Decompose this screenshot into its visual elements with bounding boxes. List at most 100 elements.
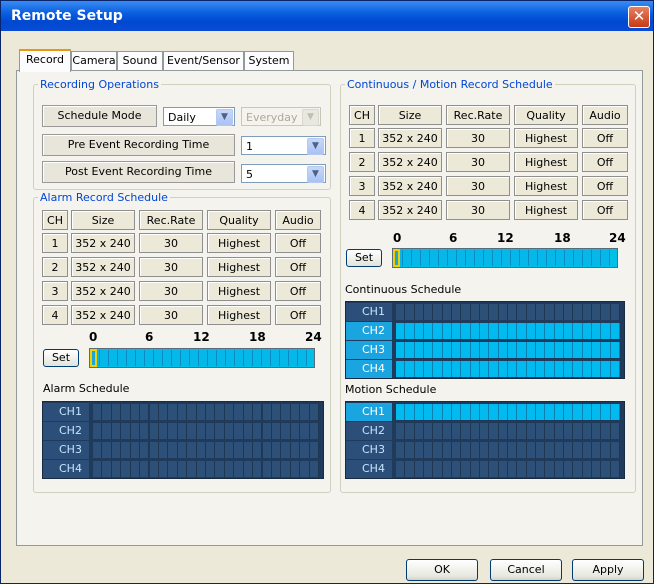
schedule-cell[interactable] xyxy=(610,304,620,320)
schedule-cell[interactable] xyxy=(405,304,415,320)
schedule-cell[interactable] xyxy=(573,304,583,320)
schedule-cell[interactable] xyxy=(498,323,508,339)
schedule-cell[interactable] xyxy=(262,423,272,439)
schedule-cell[interactable] xyxy=(489,323,499,339)
schedule-cell[interactable] xyxy=(405,442,415,458)
table-row-audio[interactable]: Off xyxy=(582,200,628,220)
schedule-cell[interactable] xyxy=(271,404,282,420)
schedule-cell[interactable] xyxy=(414,442,424,458)
tab-sound[interactable]: Sound xyxy=(117,51,163,70)
schedule-cell[interactable] xyxy=(424,342,434,358)
schedule-cell[interactable] xyxy=(526,461,536,477)
table-row-size[interactable]: 352 x 240 xyxy=(71,233,135,253)
table-row-rate[interactable]: 30 xyxy=(446,128,510,148)
schedule-cell[interactable] xyxy=(582,442,592,458)
hour-slot[interactable] xyxy=(565,250,574,266)
table-row-quality[interactable]: Highest xyxy=(514,176,578,196)
schedule-cell[interactable] xyxy=(111,461,122,477)
schedule-cell[interactable] xyxy=(405,342,415,358)
schedule-cell[interactable] xyxy=(414,361,424,377)
schedule-cell[interactable] xyxy=(158,461,169,477)
schedule-cell[interactable] xyxy=(470,404,480,420)
schedule-cell[interactable] xyxy=(433,304,443,320)
schedule-cell[interactable] xyxy=(508,342,518,358)
schedule-cell[interactable] xyxy=(224,442,235,458)
table-row-ch[interactable]: 1 xyxy=(42,233,68,253)
schedule-cell[interactable] xyxy=(243,404,254,420)
schedule-cell[interactable] xyxy=(262,461,272,477)
table-row-size[interactable]: 352 x 240 xyxy=(71,281,135,301)
hour-slot[interactable] xyxy=(172,350,181,366)
hour-slot[interactable] xyxy=(493,250,502,266)
schedule-cell[interactable] xyxy=(480,361,490,377)
continuous-set-button[interactable]: Set xyxy=(346,249,382,267)
hour-slot[interactable] xyxy=(547,250,556,266)
schedule-cell[interactable] xyxy=(121,404,131,420)
schedule-cell[interactable] xyxy=(526,361,536,377)
schedule-cell[interactable] xyxy=(121,461,131,477)
schedule-cell[interactable] xyxy=(480,404,490,420)
schedule-cell[interactable] xyxy=(215,404,225,420)
schedule-cell[interactable] xyxy=(206,404,216,420)
table-row-quality[interactable]: Highest xyxy=(514,128,578,148)
schedule-cell[interactable] xyxy=(442,361,452,377)
schedule-cell[interactable] xyxy=(470,342,480,358)
schedule-cell[interactable] xyxy=(452,323,462,339)
hour-slot[interactable] xyxy=(217,350,226,366)
schedule-cell[interactable] xyxy=(396,423,406,439)
schedule-cell[interactable] xyxy=(177,461,188,477)
schedule-cell[interactable] xyxy=(290,442,301,458)
schedule-cell[interactable] xyxy=(234,442,244,458)
schedule-cell[interactable] xyxy=(508,423,518,439)
schedule-cell[interactable] xyxy=(433,442,443,458)
continuous-time-bar[interactable] xyxy=(392,248,618,268)
schedule-cell[interactable] xyxy=(498,361,508,377)
schedule-cell[interactable] xyxy=(424,323,434,339)
schedule-cell[interactable] xyxy=(405,361,415,377)
schedule-cell[interactable] xyxy=(309,461,319,477)
schedule-cell[interactable] xyxy=(300,423,310,439)
schedule-cell[interactable] xyxy=(498,423,508,439)
hour-slot[interactable] xyxy=(163,350,172,366)
schedule-cell[interactable] xyxy=(508,461,518,477)
schedule-cell[interactable] xyxy=(309,423,319,439)
schedule-cell[interactable] xyxy=(480,342,490,358)
schedule-cell[interactable] xyxy=(517,442,527,458)
hour-slot[interactable] xyxy=(466,250,475,266)
table-row-audio[interactable]: Off xyxy=(582,176,628,196)
table-row-audio[interactable]: Off xyxy=(275,305,321,325)
schedule-cell[interactable] xyxy=(517,361,527,377)
schedule-cell[interactable] xyxy=(290,404,301,420)
schedule-cell[interactable] xyxy=(564,304,574,320)
schedule-cell[interactable] xyxy=(489,361,499,377)
schedule-cell[interactable] xyxy=(433,404,443,420)
schedule-cell[interactable] xyxy=(271,461,282,477)
schedule-cell[interactable] xyxy=(196,404,206,420)
schedule-cell[interactable] xyxy=(554,442,564,458)
schedule-cell[interactable] xyxy=(442,461,452,477)
hour-slot[interactable] xyxy=(592,250,601,266)
schedule-cell[interactable] xyxy=(554,361,564,377)
schedule-cell[interactable] xyxy=(536,404,546,420)
schedule-cell[interactable] xyxy=(573,361,583,377)
schedule-cell[interactable] xyxy=(253,461,263,477)
schedule-cell[interactable] xyxy=(130,404,141,420)
schedule-cell[interactable] xyxy=(234,404,244,420)
table-row-audio[interactable]: Off xyxy=(275,257,321,277)
schedule-cell[interactable] xyxy=(396,361,406,377)
schedule-cell[interactable] xyxy=(102,461,112,477)
schedule-cell[interactable] xyxy=(526,304,536,320)
table-row-ch[interactable]: 3 xyxy=(42,281,68,301)
schedule-cell[interactable] xyxy=(573,323,583,339)
hour-slot[interactable] xyxy=(118,350,127,366)
schedule-cell[interactable] xyxy=(610,361,620,377)
schedule-cell[interactable] xyxy=(253,442,263,458)
schedule-cell[interactable] xyxy=(536,323,546,339)
schedule-cell[interactable] xyxy=(196,461,206,477)
schedule-cell[interactable] xyxy=(470,442,480,458)
schedule-cell[interactable] xyxy=(461,423,471,439)
schedule-cell[interactable] xyxy=(168,423,178,439)
hour-slot[interactable] xyxy=(502,250,511,266)
schedule-cell[interactable] xyxy=(177,442,188,458)
schedule-cell[interactable] xyxy=(215,423,225,439)
